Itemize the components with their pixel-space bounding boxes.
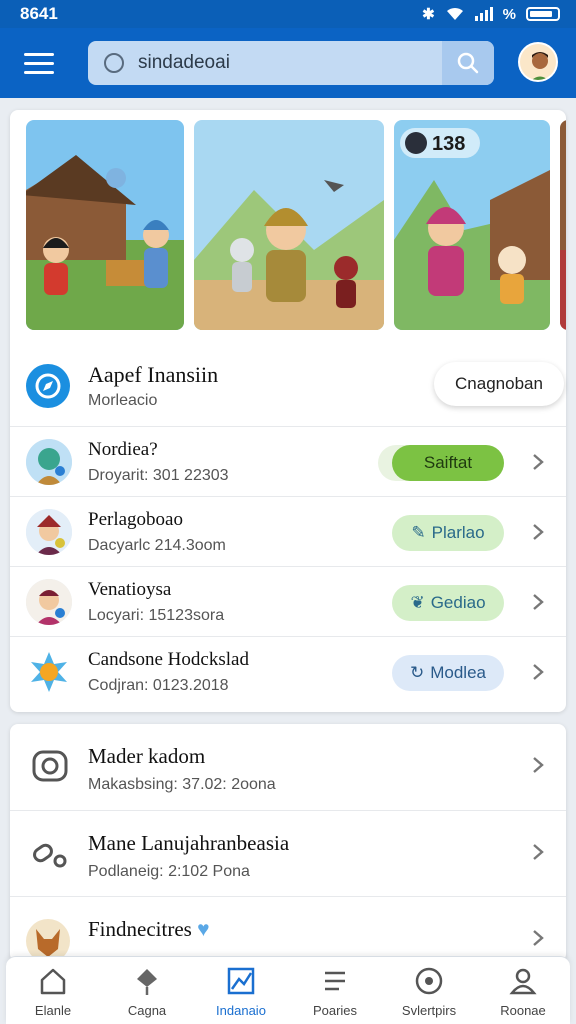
leaf-icon: ❦ [410,593,425,612]
percent-icon: % [502,5,516,23]
list-item-title: Candsone Hodckslad [88,649,249,670]
secondary-card: Mader kadom Makasbsing: 37.02: 2oona Man… [10,724,566,963]
nav-profile[interactable]: Roonae [477,957,569,1024]
nav-home[interactable]: Elanle [7,957,99,1024]
status-time: 8641 [20,4,58,23]
list-item[interactable]: Mader kadom Makasbsing: 37.02: 2oona [10,724,566,810]
list-item-title: Perlagoboao [88,509,183,530]
list-item[interactable]: Candsone Hodckslad Codjran: 0123.2018 ↻ M… [10,636,566,706]
profile-avatar[interactable] [518,42,558,82]
mode-button[interactable]: ↻ Modlea [392,655,504,691]
bluetooth-icon: ✱ [422,6,435,23]
link-icon [33,843,67,868]
chart-icon [227,967,255,995]
list-item-title: Venatioysa [88,579,172,600]
carousel-slide-3[interactable]: 138 [394,120,550,330]
list-item-subtitle: Locyari: 15123sora [88,607,225,624]
status-bar: 8641 ✱ % [0,0,576,28]
carousel-slide-1[interactable] [26,120,184,330]
carousel-slide-2[interactable] [194,120,384,330]
status-icons: ✱ % [422,5,560,23]
list-item-title: Findnecitres ♥ [88,917,210,941]
avatar [26,649,72,695]
list-item[interactable]: Nordiea? Droyarit: 301 22303 Saiftat [10,426,566,496]
game-carousel[interactable]: 138 [26,120,566,330]
avatar [26,579,72,625]
pin-icon [137,969,157,995]
play-button[interactable]: ✎ Plarlao [392,515,504,551]
start-button[interactable]: Saiftat [392,445,504,481]
search-circle-icon [104,53,124,73]
list-item[interactable]: Mane Lanujahranbeasia Podlaneig: 2:102 P… [10,810,566,896]
home-icon [40,968,66,995]
avatar [26,509,72,555]
wifi-icon [446,7,463,20]
menu-icon[interactable] [18,42,60,84]
search-icon [457,52,479,74]
featured-action-button[interactable]: Cnagnoban [434,362,564,406]
app-bar [0,28,576,98]
list-item[interactable]: Perlagoboao Dacyarlc 214.3oom ✎ Plarlao [10,496,566,566]
avatar [26,439,72,485]
main-card: 138 Aapef Inansiin Morleacio Cnagnoban N… [10,110,566,712]
list-item[interactable]: Venatioysa Locyari: 15123sora ❦ Gediao [10,566,566,636]
nav-stats[interactable]: Indanaio [195,957,287,1024]
heart-icon: ♥ [197,917,210,941]
list-item-subtitle: Droyarit: 301 22303 [88,467,229,484]
list-item-subtitle: Podlaneig: 2:102 Pona [88,863,250,880]
chevron-right-icon[interactable] [528,591,548,613]
list-item-subtitle: Codjran: 0123.2018 [88,677,229,694]
battery-icon [526,7,560,21]
list-item-title: Nordiea? [88,439,158,460]
list-icon [325,971,345,991]
chevron-right-icon[interactable] [528,927,548,949]
list-item-title: Mane Lanujahranbeasia [88,831,290,855]
list-item-title: Mader kadom [88,744,206,768]
nav-pin[interactable]: Cagna [101,957,193,1024]
compass-icon [26,364,70,408]
camera-icon [32,750,68,782]
chevron-right-icon[interactable] [528,661,548,683]
list-item[interactable]: Findnecitres ♥ [10,896,566,963]
featured-row[interactable]: Aapef Inansiin Morleacio Cnagnoban [10,346,566,426]
chevron-right-icon[interactable] [528,841,548,863]
refresh-icon: ↻ [409,663,425,682]
nav-target[interactable]: Svlertpirs [383,957,475,1024]
featured-title: Aapef Inansiin [88,362,219,387]
search-bar [88,41,494,85]
chevron-right-icon[interactable] [528,451,548,473]
target-icon [415,967,443,995]
guide-button[interactable]: ❦ Gediao [392,585,504,621]
chevron-right-icon[interactable] [528,521,548,543]
list-item-subtitle: Dacyarlc 214.3oom [88,537,226,554]
search-input[interactable] [138,41,442,85]
bottom-navigation: Elanle Cagna Indanaio Poaries Svlertpirs… [6,956,570,1024]
search-button[interactable] [442,41,494,85]
chevron-right-icon[interactable] [528,754,548,776]
list-item-subtitle: Makasbsing: 37.02: 2oona [88,776,276,793]
edit-icon: ✎ [411,523,426,542]
carousel-slide-4[interactable] [560,120,566,330]
user-icon [509,968,537,995]
badge-count: 138 [432,133,465,155]
featured-subtitle: Morleacio [88,392,158,409]
nav-list[interactable]: Poaries [289,957,381,1024]
signal-icon [474,7,493,21]
